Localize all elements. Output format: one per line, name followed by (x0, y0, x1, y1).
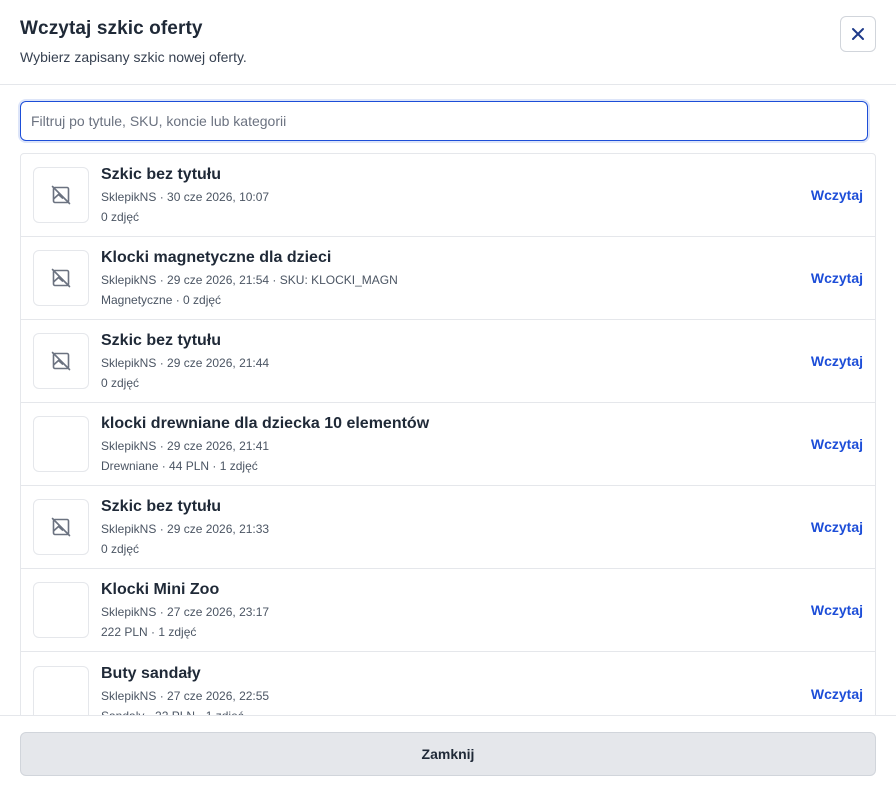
close-button[interactable]: Zamknij (20, 732, 876, 776)
draft-meta: SklepikNS · 29 cze 2026, 21:44 (101, 356, 270, 370)
load-draft-button[interactable]: Wczytaj (811, 519, 863, 535)
load-draft-button[interactable]: Wczytaj (811, 602, 863, 618)
load-draft-button[interactable]: Wczytaj (811, 436, 863, 452)
draft-meta: SklepikNS · 27 cze 2026, 23:17 (101, 605, 270, 619)
draft-info: Klocki magnetyczne dla dzieci SklepikNS … (101, 249, 811, 307)
draft-row: Klocki magnetyczne dla dzieci SklepikNS … (21, 237, 875, 320)
draft-details: 222 PLN · 1 zdjęć (101, 625, 197, 639)
no-image-icon (51, 268, 71, 288)
draft-meta: SklepikNS · 30 cze 2026, 10:07 (101, 190, 270, 204)
load-draft-button[interactable]: Wczytaj (811, 686, 863, 702)
draft-meta: SklepikNS · 29 cze 2026, 21:33 (101, 522, 270, 536)
dialog-title: Wczytaj szkic oferty (20, 18, 203, 39)
draft-title: Klocki Mini Zoo (101, 581, 220, 598)
dialog-subtitle: Wybierz zapisany szkic nowej oferty. (20, 49, 247, 65)
draft-thumbnail (33, 250, 89, 306)
draft-row: Szkic bez tytułu SklepikNS · 30 cze 2026… (21, 154, 875, 237)
dialog-header: Wczytaj szkic oferty Wybierz zapisany sz… (0, 0, 896, 85)
draft-list: Szkic bez tytułu SklepikNS · 30 cze 2026… (20, 153, 876, 715)
draft-title: Szkic bez tytułu (101, 332, 222, 349)
draft-row: Klocki Mini Zoo SklepikNS · 27 cze 2026,… (21, 569, 875, 652)
draft-thumbnail (33, 499, 89, 555)
draft-meta: SklepikNS · 29 cze 2026, 21:41 (101, 439, 270, 453)
no-image-icon (51, 517, 71, 537)
draft-thumbnail (33, 416, 89, 472)
draft-thumbnail (33, 167, 89, 223)
draft-row: klocki drewniane dla dziecka 10 elementó… (21, 403, 875, 486)
draft-details: 0 zdjęć (101, 542, 140, 556)
draft-info: Szkic bez tytułu SklepikNS · 29 cze 2026… (101, 498, 811, 556)
draft-row: Szkic bez tytułu SklepikNS · 29 cze 2026… (21, 486, 875, 569)
draft-title: Buty sandały (101, 664, 201, 682)
draft-info: klocki drewniane dla dziecka 10 elementó… (101, 415, 811, 473)
load-draft-button[interactable]: Wczytaj (811, 353, 863, 369)
dialog-body: Szkic bez tytułu SklepikNS · 30 cze 2026… (0, 85, 896, 715)
draft-thumbnail (33, 582, 89, 638)
draft-title: klocki drewniane dla dziecka 10 elementó… (101, 415, 430, 432)
close-icon (852, 28, 864, 40)
search-input[interactable] (18, 99, 870, 143)
load-draft-button[interactable]: Wczytaj (811, 270, 863, 286)
draft-row: Buty sandały SklepikNS · 27 cze 2026, 22… (21, 652, 875, 715)
draft-info: Szkic bez tytułu SklepikNS · 30 cze 2026… (101, 166, 811, 224)
draft-title: Szkic bez tytułu (101, 498, 222, 515)
load-draft-button[interactable]: Wczytaj (811, 187, 863, 203)
dialog-footer: Zamknij (0, 715, 896, 792)
no-image-icon (51, 351, 71, 371)
load-draft-dialog: Wczytaj szkic oferty Wybierz zapisany sz… (0, 0, 896, 792)
draft-title: Klocki magnetyczne dla dzieci (101, 249, 332, 266)
draft-info: Klocki Mini Zoo SklepikNS · 27 cze 2026,… (101, 581, 811, 639)
draft-title: Szkic bez tytułu (101, 166, 222, 183)
draft-thumbnail (33, 333, 89, 389)
draft-row: Szkic bez tytułu SklepikNS · 29 cze 2026… (21, 320, 875, 403)
close-dialog-button[interactable] (840, 16, 876, 52)
draft-details: 0 zdjęć (101, 210, 140, 224)
draft-meta: SklepikNS · 27 cze 2026, 22:55 (101, 688, 270, 703)
draft-thumbnail (33, 665, 89, 715)
draft-info: Szkic bez tytułu SklepikNS · 29 cze 2026… (101, 332, 811, 390)
draft-meta: SklepikNS · 29 cze 2026, 21:54 · SKU: KL… (101, 273, 398, 287)
draft-info: Buty sandały SklepikNS · 27 cze 2026, 22… (101, 664, 811, 715)
no-image-icon (51, 185, 71, 205)
draft-details: 0 zdjęć (101, 376, 140, 390)
draft-details: Drewniane · 44 PLN · 1 zdjęć (101, 459, 258, 473)
draft-details: Magnetyczne · 0 zdjęć (101, 293, 222, 307)
